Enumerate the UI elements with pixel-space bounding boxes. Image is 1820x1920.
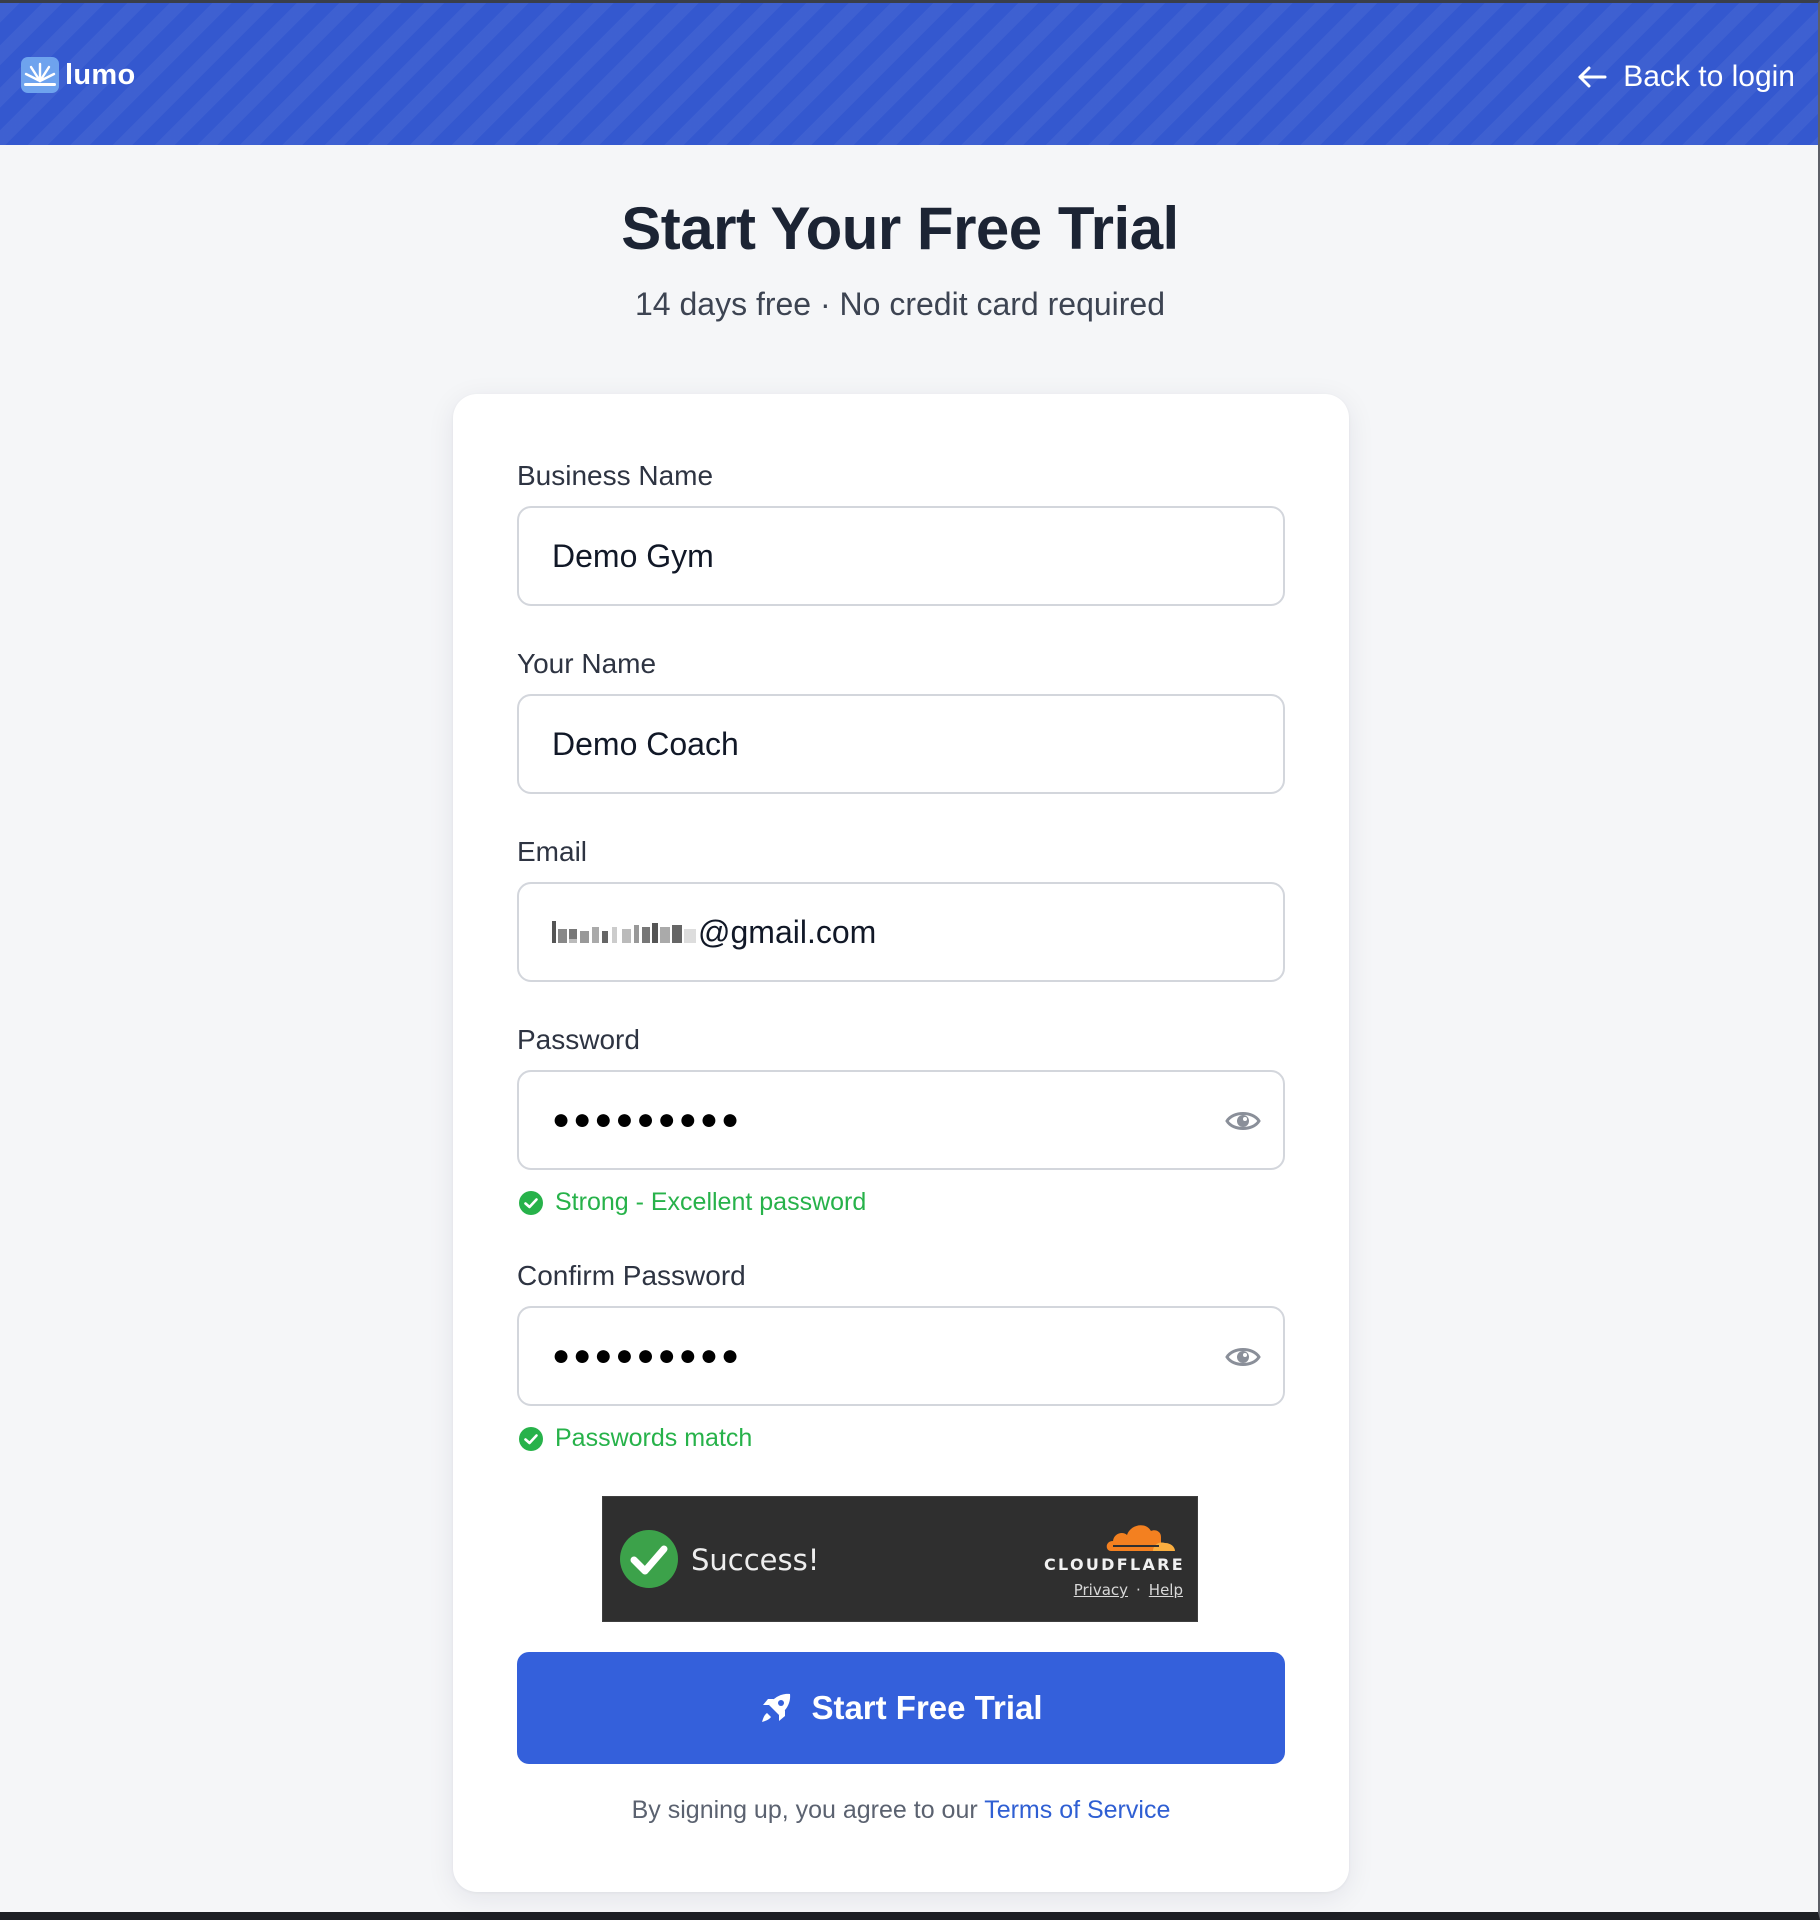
email-domain: @gmail.com	[698, 913, 877, 950]
logo-text: lumo	[65, 58, 136, 91]
cloudflare-captcha-widget[interactable]: Success! CLOUDFLARE Privacy · Help	[602, 1496, 1198, 1622]
captcha-link-separator: ·	[1136, 1581, 1141, 1599]
signup-card: Business Name Demo Gym Your Name Demo Co…	[453, 394, 1349, 1892]
page-title: Start Your Free Trial	[621, 195, 1179, 262]
eye-icon[interactable]	[1225, 1342, 1261, 1372]
eye-icon[interactable]	[1225, 1106, 1261, 1136]
confirm-password-label: Confirm Password	[517, 1260, 746, 1291]
confirm-password-input[interactable]: ●●●●●●●●●	[517, 1306, 1285, 1406]
your-name-label: Your Name	[517, 648, 657, 679]
rocket-icon	[762, 1693, 791, 1722]
business-name-input[interactable]: Demo Gym	[517, 506, 1285, 606]
email-input[interactable]: @gmail.com	[517, 882, 1285, 982]
start-free-trial-label: Start Free Trial	[811, 1689, 1043, 1726]
top-header: lumo Back to login	[0, 3, 1818, 145]
password-strength-text: Strong - Excellent password	[555, 1188, 867, 1216]
business-name-label: Business Name	[517, 460, 714, 491]
sun-rays-icon	[21, 57, 59, 93]
cloudflare-brand: CLOUDFLARE	[1044, 1555, 1185, 1574]
cloud-icon	[1106, 1525, 1175, 1551]
confirm-password-masked-value: ●●●●●●●●●	[552, 1339, 743, 1372]
back-to-login-link[interactable]: Back to login	[1577, 57, 1795, 97]
your-name-input[interactable]: Demo Coach	[517, 694, 1285, 794]
passwords-match-hint: Passwords match	[519, 1424, 752, 1453]
brand-logo[interactable]: lumo	[21, 55, 135, 95]
email-label: Email	[517, 836, 588, 867]
password-label: Password	[517, 1024, 640, 1055]
terms-prefix: By signing up, you agree to our	[631, 1796, 978, 1824]
page-subtitle: 14 days free · No credit card required	[634, 286, 1166, 322]
captcha-help-link[interactable]: Help	[1149, 1581, 1183, 1599]
terms-notice: By signing up, you agree to our Terms of…	[453, 1796, 1349, 1825]
password-masked-value: ●●●●●●●●●	[552, 1103, 743, 1136]
check-circle-icon	[620, 1530, 678, 1588]
captcha-status: Success!	[691, 1543, 820, 1577]
your-name-value: Demo Coach	[552, 725, 739, 762]
business-name-value: Demo Gym	[552, 537, 714, 574]
captcha-links: Privacy · Help	[1074, 1581, 1183, 1599]
start-free-trial-button[interactable]: Start Free Trial	[517, 1652, 1285, 1764]
password-strength-hint: Strong - Excellent password	[519, 1188, 866, 1217]
check-circle-icon	[519, 1426, 543, 1451]
check-circle-icon	[519, 1190, 543, 1215]
back-to-login-label: Back to login	[1623, 60, 1795, 93]
passwords-match-text: Passwords match	[555, 1424, 753, 1452]
email-redacted-block	[552, 917, 698, 947]
arrow-left-icon	[1578, 66, 1607, 88]
terms-of-service-link[interactable]: Terms of Service	[984, 1796, 1170, 1824]
password-input[interactable]: ●●●●●●●●●	[517, 1070, 1285, 1170]
captcha-privacy-link[interactable]: Privacy	[1074, 1581, 1128, 1599]
